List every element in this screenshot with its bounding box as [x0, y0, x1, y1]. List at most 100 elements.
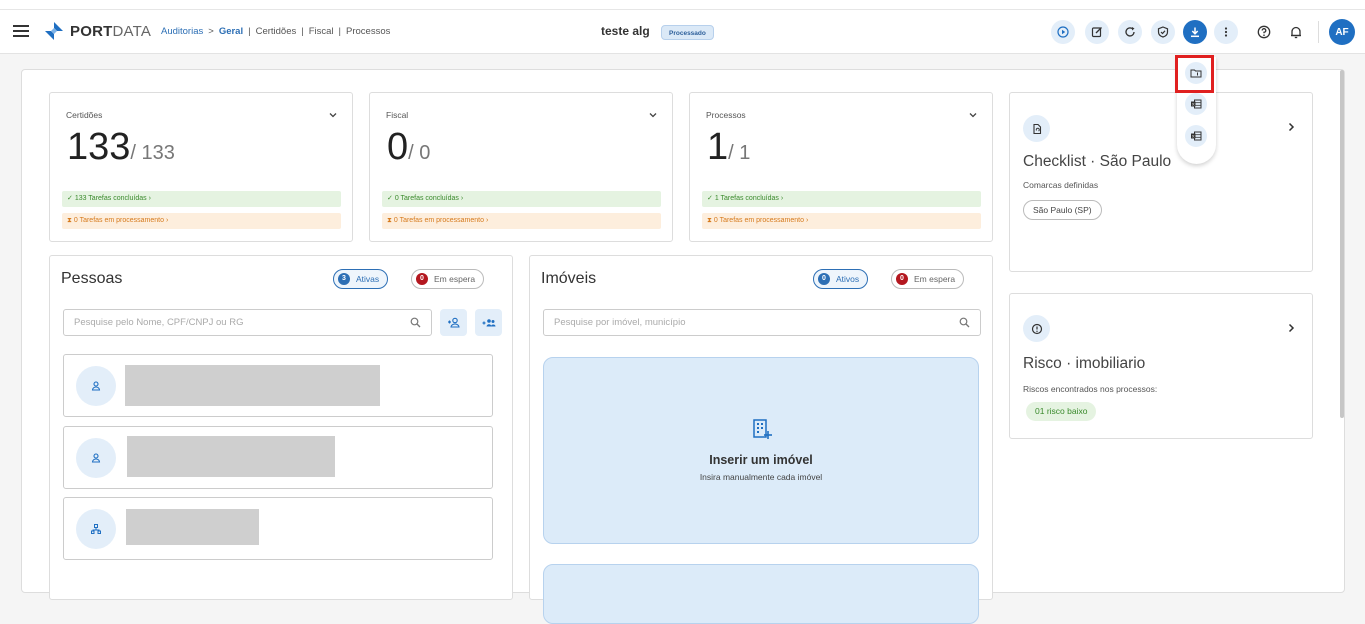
stat-card-fiscal: Fiscal 0/ 0 ✓ 0 Tarefas concluídas › ⧗ 0… — [369, 92, 673, 242]
search-icon[interactable] — [410, 317, 421, 328]
breadcrumb-separator: | — [248, 26, 251, 37]
building-add-icon — [753, 419, 772, 439]
highlight-box — [1175, 55, 1214, 93]
breadcrumb-auditorias[interactable]: Auditorias — [161, 26, 203, 37]
play-icon — [1057, 26, 1069, 38]
search-icon[interactable] — [959, 317, 970, 328]
import-imovel-card[interactable] — [543, 564, 979, 624]
kebab-menu-icon — [1224, 27, 1228, 37]
waiting-count: 0 — [416, 273, 428, 285]
breadcrumb-fiscal[interactable]: Fiscal — [309, 26, 334, 37]
logo-text: PORTDATA — [70, 22, 152, 40]
chevron-right-icon[interactable] — [1286, 323, 1296, 333]
excel-icon[interactable]: X — [1185, 125, 1207, 147]
pessoas-waiting-filter[interactable]: 0 Em espera — [411, 269, 485, 289]
help-button[interactable] — [1252, 20, 1276, 44]
breadcrumb-geral[interactable]: Geral — [219, 26, 243, 37]
person-card[interactable] — [63, 354, 493, 417]
refresh-icon — [1125, 27, 1135, 37]
header-divider — [1318, 21, 1319, 43]
chevron-down-icon[interactable] — [648, 110, 658, 120]
add-person-button[interactable] — [440, 309, 467, 336]
company-icon — [76, 509, 116, 549]
tasks-done-link[interactable]: ✓ 0 Tarefas concluídas › — [382, 191, 661, 207]
svg-text:X: X — [1192, 134, 1195, 139]
download-icon — [1191, 27, 1199, 38]
imoveis-waiting-filter[interactable]: 0 Em espera — [891, 269, 965, 289]
svg-text:X: X — [1192, 102, 1195, 107]
active-label: Ativas — [356, 274, 380, 284]
checklist-subtitle: Comarcas definidas — [1023, 180, 1099, 190]
pessoas-panel: Pessoas 3 Ativas 0 Em espera Pesquise pe… — [49, 255, 513, 600]
top-bar: PORTDATA Auditorias > Geral | Certidões … — [0, 9, 1365, 54]
person-icon — [76, 366, 116, 406]
breadcrumb-separator: | — [338, 26, 341, 37]
breadcrumb-processos[interactable]: Processos — [346, 26, 390, 37]
shield-check-icon — [1157, 26, 1169, 38]
person-icon — [76, 438, 116, 478]
stat-value: 133/ 133 — [67, 126, 175, 168]
pessoas-search-input[interactable]: Pesquise pelo Nome, CPF/CNPJ ou RG — [63, 309, 432, 336]
avatar[interactable]: AF — [1329, 19, 1355, 45]
pessoas-title: Pessoas — [61, 270, 123, 287]
stat-label: Certidões — [66, 110, 103, 120]
stat-value: 1/ 1 — [707, 126, 751, 168]
scrollbar[interactable] — [1340, 70, 1344, 418]
document-icon — [1023, 115, 1050, 142]
shield-button[interactable] — [1151, 20, 1175, 44]
breadcrumb: Auditorias > Geral | Certidões | Fiscal … — [161, 26, 390, 37]
waiting-label: Em espera — [434, 274, 476, 284]
redacted-name — [126, 509, 259, 545]
active-label: Ativos — [836, 274, 860, 284]
tasks-processing-link[interactable]: ⧗ 0 Tarefas em processamento › — [702, 213, 981, 229]
edit-icon — [1091, 27, 1102, 38]
stat-card-processos: Processos 1/ 1 ✓ 1 Tarefas concluídas › … — [689, 92, 993, 242]
notifications-button[interactable] — [1284, 20, 1308, 44]
play-button[interactable] — [1051, 20, 1075, 44]
active-count: 0 — [818, 273, 830, 285]
insert-imovel-subtitle: Insira manualmente cada imóvel — [699, 472, 823, 482]
add-group-button[interactable] — [475, 309, 502, 336]
edit-button[interactable] — [1085, 20, 1109, 44]
insert-imovel-title: Inserir um imóvel — [709, 453, 813, 467]
waiting-count: 0 — [896, 273, 908, 285]
breadcrumb-separator: | — [301, 26, 304, 37]
chevron-down-icon[interactable] — [328, 110, 338, 120]
portdata-logo-icon — [45, 22, 63, 40]
excel-icon[interactable]: X — [1185, 93, 1207, 115]
checklist-title: Checklist · São Paulo — [1023, 153, 1172, 170]
stat-value: 0/ 0 — [387, 126, 431, 168]
tasks-done-link[interactable]: ✓ 133 Tarefas concluídas › — [62, 191, 341, 207]
stat-label: Processos — [706, 110, 746, 120]
add-person-icon — [447, 317, 460, 328]
tasks-processing-link[interactable]: ⧗ 0 Tarefas em processamento › — [62, 213, 341, 229]
menu-icon[interactable] — [13, 23, 29, 39]
checklist-card[interactable]: Checklist · São Paulo Comarcas definidas… — [1009, 92, 1313, 272]
pessoas-active-filter[interactable]: 3 Ativas — [333, 269, 389, 289]
stat-card-certidoes: Certidões 133/ 133 ✓ 133 Tarefas concluí… — [49, 92, 353, 242]
breadcrumb-certidoes[interactable]: Certidões — [256, 26, 297, 37]
chevron-right-icon[interactable] — [1286, 122, 1296, 132]
imoveis-active-filter[interactable]: 0 Ativos — [813, 269, 869, 289]
download-button[interactable] — [1183, 20, 1207, 44]
chevron-down-icon[interactable] — [968, 110, 978, 120]
person-card[interactable] — [63, 426, 493, 489]
more-options-button[interactable] — [1214, 20, 1238, 44]
imoveis-panel: Imóveis 0 Ativos 0 Em espera Pesquise po… — [529, 255, 993, 624]
imoveis-title: Imóveis — [541, 270, 597, 287]
insert-imovel-card[interactable]: Inserir um imóvel Insira manualmente cad… — [543, 357, 979, 544]
page-title: teste alg — [601, 24, 650, 38]
add-group-icon — [482, 318, 495, 326]
tasks-done-link[interactable]: ✓ 1 Tarefas concluídas › — [702, 191, 981, 207]
risk-badge: 01 risco baixo — [1026, 402, 1097, 421]
imoveis-search-input[interactable]: Pesquise por imóvel, município — [543, 309, 981, 336]
risco-subtitle: Riscos encontrados nos processos: — [1023, 384, 1158, 394]
bell-icon — [1291, 26, 1301, 39]
status-badge: Processado — [661, 25, 714, 40]
company-card[interactable] — [63, 497, 493, 560]
logo[interactable]: PORTDATA — [44, 21, 151, 41]
tasks-processing-link[interactable]: ⧗ 0 Tarefas em processamento › — [382, 213, 661, 229]
search-placeholder: Pesquise por imóvel, município — [554, 317, 686, 328]
refresh-button[interactable] — [1118, 20, 1142, 44]
risco-card[interactable]: Risco · imobiliario Riscos encontrados n… — [1009, 293, 1313, 439]
